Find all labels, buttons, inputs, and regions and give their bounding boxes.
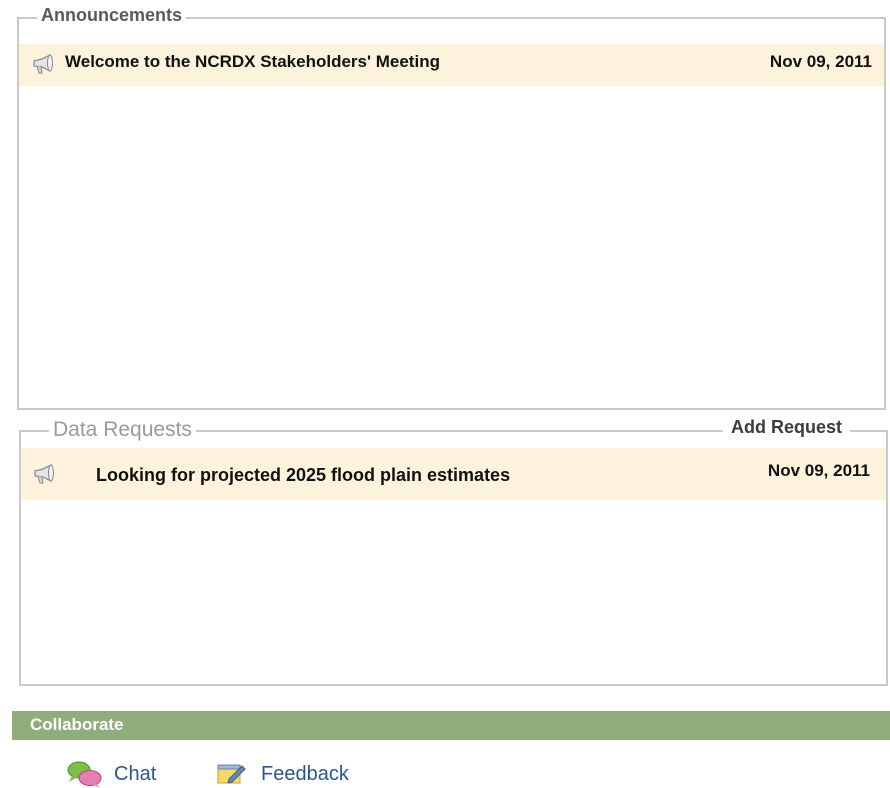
feedback-link[interactable]: Feedback [215,760,349,788]
announcements-panel: Announcements Welcome to the NCRDX Stake… [17,5,886,410]
feedback-notepad-icon [215,761,261,787]
chat-bubbles-icon [66,760,114,788]
announcements-legend: Announcements [37,5,187,26]
collaborate-title: Collaborate [30,715,124,734]
data-request-date: Nov 09, 2011 [767,461,870,480]
chat-label[interactable]: Chat [114,763,156,786]
announcement-item[interactable]: Welcome to the NCRDX Stakeholders' Meeti… [19,44,884,86]
announcement-title[interactable]: Welcome to the NCRDX Stakeholders' Meeti… [65,52,440,72]
megaphone-icon [31,53,55,80]
collaborate-header: Collaborate [12,711,890,740]
data-requests-panel: Data Requests Add Request Looking for pr… [19,417,888,686]
megaphone-icon [32,463,56,490]
data-request-title[interactable]: Looking for projected 2025 flood plain e… [96,465,510,486]
data-request-item[interactable]: Looking for projected 2025 flood plain e… [21,448,886,500]
add-request-button[interactable]: Add Request [722,417,850,438]
chat-link[interactable]: Chat [66,760,156,788]
data-requests-legend: Data Requests [49,418,196,442]
announcement-date: Nov 09, 2011 [769,52,872,71]
feedback-label[interactable]: Feedback [261,763,349,786]
